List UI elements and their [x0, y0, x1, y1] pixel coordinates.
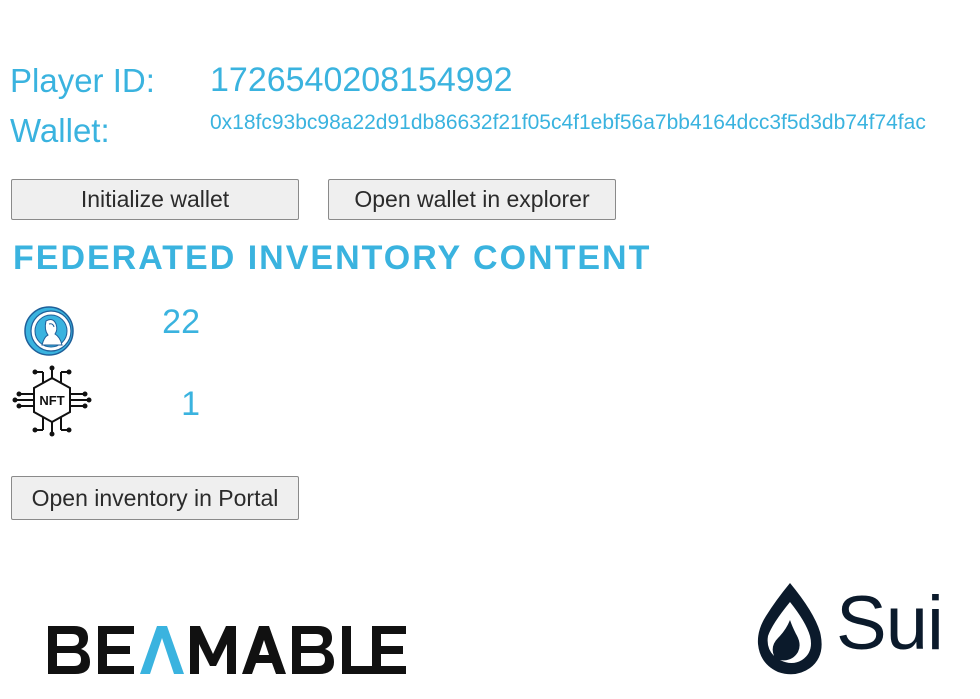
wallet-label: Wallet:	[10, 112, 110, 149]
player-id-value: 1726540208154992	[210, 61, 513, 99]
nft-chip-icon: NFT	[12, 364, 92, 438]
initialize-wallet-button[interactable]: Initialize wallet	[11, 179, 299, 220]
sui-logo: Sui	[752, 580, 944, 680]
coin-count: 22	[162, 303, 200, 341]
inventory-heading: FEDERATED INVENTORY CONTENT	[13, 239, 652, 277]
open-inventory-portal-button[interactable]: Open inventory in Portal	[11, 476, 299, 520]
player-id-label: Player ID:	[10, 62, 155, 99]
nft-icon-text: NFT	[39, 393, 64, 408]
wallet-address: 0x18fc93bc98a22d91db86632f21f05c4f1ebf56…	[210, 111, 926, 134]
coin-icon	[22, 304, 76, 358]
sui-wordmark: Sui	[836, 581, 944, 666]
open-wallet-explorer-button[interactable]: Open wallet in explorer	[328, 179, 616, 220]
beamable-logo	[48, 624, 408, 681]
nft-count: 1	[181, 385, 200, 423]
